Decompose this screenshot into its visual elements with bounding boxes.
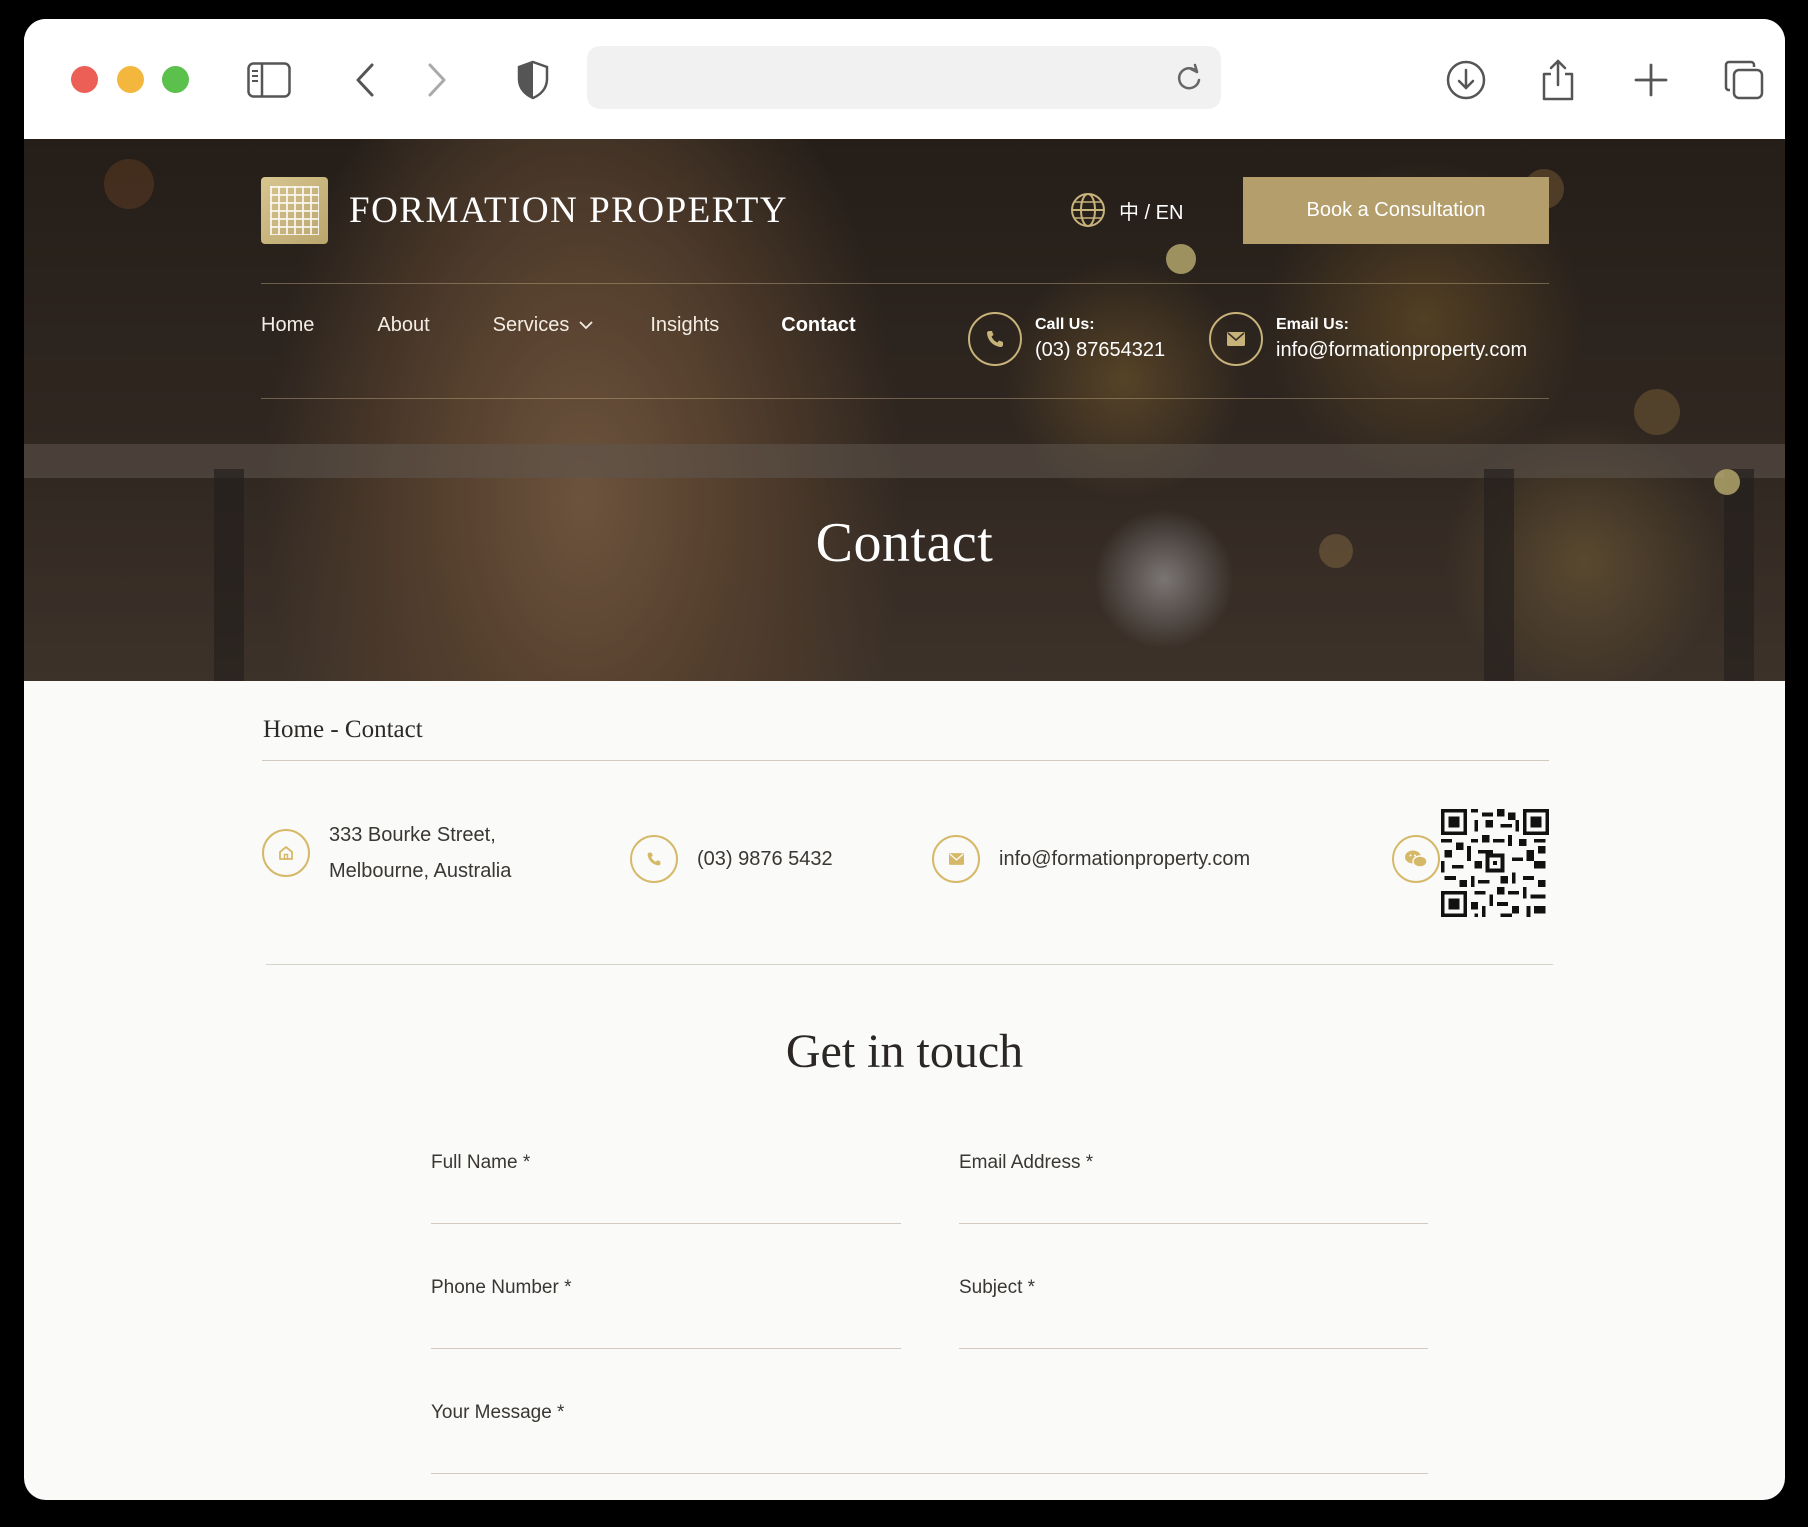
- minimize-window-button[interactable]: [117, 66, 144, 93]
- mail-icon: [1209, 312, 1263, 366]
- full-name-field: Full Name *: [431, 1152, 905, 1224]
- wechat-info[interactable]: [1392, 835, 1440, 883]
- main-nav: Home About Services Insights Contact: [261, 314, 856, 337]
- shield-icon[interactable]: [510, 57, 556, 103]
- page-title: Contact: [815, 512, 994, 574]
- phone-number-input[interactable]: [431, 1311, 905, 1345]
- subject-input[interactable]: [959, 1311, 1432, 1345]
- email-address-label: Email Address *: [959, 1152, 1094, 1173]
- subject-label: Subject *: [959, 1277, 1036, 1298]
- breadcrumb-divider: [262, 760, 1549, 761]
- phone-number: (03) 9876 5432: [697, 848, 833, 870]
- message-label: Your Message *: [431, 1402, 565, 1423]
- header-divider: [261, 283, 1549, 284]
- wechat-qr-code: [1441, 809, 1549, 917]
- wechat-icon: [1392, 835, 1440, 883]
- zoom-window-button[interactable]: [162, 66, 189, 93]
- language-label: 中 / EN: [1119, 201, 1184, 224]
- forward-icon[interactable]: [414, 57, 460, 103]
- tabs-icon[interactable]: [1721, 57, 1767, 103]
- header-call[interactable]: Call Us: (03) 87654321: [968, 312, 1165, 366]
- email-info[interactable]: info@formationproperty.com: [932, 835, 1250, 883]
- nav-divider: [261, 398, 1549, 399]
- chevron-down-icon: [579, 321, 593, 330]
- home-icon: [262, 829, 310, 877]
- language-switch[interactable]: 中 / EN: [1069, 191, 1183, 229]
- close-window-button[interactable]: [71, 66, 98, 93]
- call-number: (03) 87654321: [1035, 339, 1166, 361]
- address-line-2: Melbourne, Australia: [329, 860, 512, 882]
- logo-icon[interactable]: [261, 177, 328, 244]
- email-address-underline: [959, 1223, 1428, 1224]
- sidebar-icon[interactable]: [246, 57, 292, 103]
- phone-icon: [968, 312, 1022, 366]
- nav-contact[interactable]: Contact: [781, 314, 855, 337]
- subject-field: Subject *: [959, 1277, 1432, 1349]
- phone-info[interactable]: (03) 9876 5432: [630, 835, 833, 883]
- download-icon[interactable]: [1443, 57, 1489, 103]
- info-divider: [266, 964, 1553, 965]
- address-bar[interactable]: [587, 46, 1221, 109]
- nav-insights[interactable]: Insights: [650, 314, 719, 337]
- email-address: info@formationproperty.com: [1276, 339, 1528, 361]
- phone-number-field: Phone Number *: [431, 1277, 905, 1349]
- phone-number-label: Phone Number *: [431, 1277, 572, 1298]
- nav-services[interactable]: Services: [493, 314, 594, 337]
- full-name-input[interactable]: [431, 1186, 905, 1220]
- phone-icon: [630, 835, 678, 883]
- form-title: Get in touch: [785, 1025, 1024, 1078]
- nav-services-label: Services: [492, 314, 570, 336]
- full-name-label: Full Name *: [431, 1152, 531, 1173]
- breadcrumb[interactable]: Home - Contact: [263, 716, 423, 744]
- share-icon[interactable]: [1535, 57, 1581, 103]
- message-field: Your Message *: [431, 1402, 1432, 1474]
- book-consultation-button[interactable]: Book a Consultation: [1243, 177, 1549, 244]
- globe-icon: [1071, 193, 1105, 227]
- nav-about[interactable]: About: [377, 314, 429, 337]
- hero-banner: FORMATION PROPERTY 中 / EN Book a Consult…: [24, 139, 1785, 681]
- full-name-underline: [431, 1223, 901, 1224]
- email-label: Email Us:: [1276, 316, 1349, 333]
- phone-number-underline: [431, 1348, 901, 1349]
- browser-toolbar: [24, 19, 1785, 139]
- message-underline: [431, 1473, 1428, 1474]
- new-tab-icon[interactable]: [1628, 57, 1674, 103]
- header-email[interactable]: Email Us: info@formationproperty.com: [1209, 312, 1527, 366]
- nav-home[interactable]: Home: [261, 314, 314, 337]
- address-info: 333 Bourke Street, Melbourne, Australia: [262, 817, 511, 889]
- mail-icon: [932, 835, 980, 883]
- reload-icon[interactable]: [1167, 56, 1211, 100]
- email-address-field: Email Address *: [959, 1152, 1432, 1224]
- email-address-input[interactable]: [959, 1186, 1432, 1220]
- call-label: Call Us:: [1035, 316, 1095, 333]
- email-text: info@formationproperty.com: [999, 848, 1251, 870]
- message-input[interactable]: [431, 1436, 1432, 1470]
- subject-underline: [959, 1348, 1428, 1349]
- browser-window: FORMATION PROPERTY 中 / EN Book a Consult…: [24, 19, 1785, 1500]
- back-icon[interactable]: [342, 57, 388, 103]
- address-line-1: 333 Bourke Street,: [329, 824, 496, 846]
- brand-name[interactable]: FORMATION PROPERTY: [349, 189, 788, 232]
